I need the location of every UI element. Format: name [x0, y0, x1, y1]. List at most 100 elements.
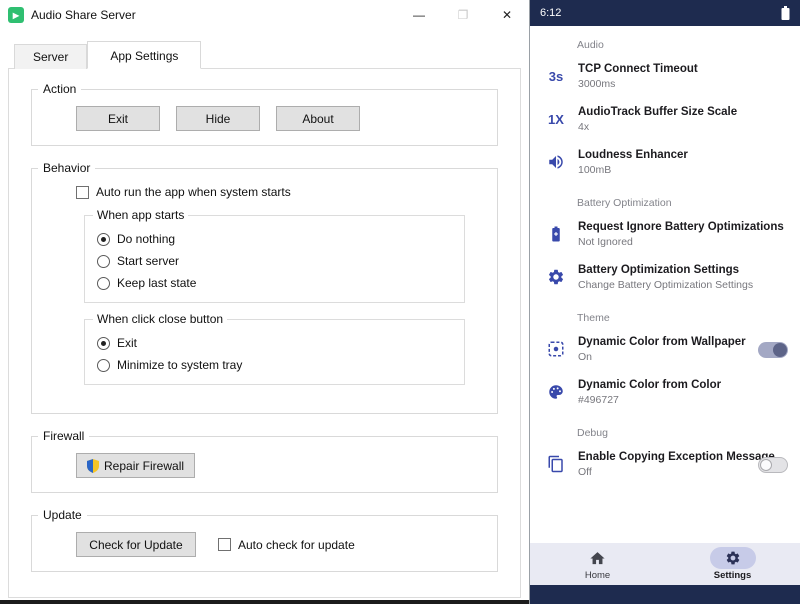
tab-app-settings[interactable]: App Settings: [87, 41, 201, 69]
gesture-navigation-bar: [530, 585, 800, 604]
radio-label: Minimize to system tray: [117, 358, 242, 372]
exit-button[interactable]: Exit: [76, 106, 160, 131]
3s-text-icon: 3s: [544, 64, 568, 88]
when-app-starts-label: When app starts: [93, 208, 188, 222]
radio-icon[interactable]: [97, 337, 110, 350]
radio-label: Keep last state: [117, 276, 196, 290]
uac-shield-icon: [87, 459, 99, 473]
status-battery-icon: [781, 6, 790, 21]
status-bar: 6:12: [530, 0, 800, 26]
nav-item-home[interactable]: Home: [553, 547, 643, 581]
audio-share-server-window: ▶ Audio Share Server — ❐ ✕ Server App Se…: [0, 0, 530, 604]
auto-check-checkbox[interactable]: [218, 538, 231, 551]
firewall-group: Firewall Repair Firewall: [31, 436, 498, 493]
firewall-row: Repair Firewall: [76, 453, 485, 478]
radio-icon[interactable]: [97, 277, 110, 290]
wallpaper-icon: [544, 337, 568, 361]
item-subtitle: 100mB: [578, 164, 788, 176]
radio-minimize-to-tray[interactable]: Minimize to system tray: [95, 354, 454, 376]
radio-keep-last-state[interactable]: Keep last state: [95, 272, 454, 294]
when-close-group: When click close button Exit Minimize to…: [84, 319, 465, 385]
item-title: TCP Connect Timeout: [578, 63, 788, 75]
item-subtitle: 4x: [578, 121, 788, 133]
item-subtitle: Change Battery Optimization Settings: [578, 279, 788, 291]
item-title: Loudness Enhancer: [578, 149, 788, 161]
section-header-audio: Audio: [530, 26, 800, 55]
item-title: Request Ignore Battery Optimizations: [578, 221, 788, 233]
repair-firewall-label: Repair Firewall: [104, 459, 184, 473]
list-item-dynamic-color-from-wallpaper[interactable]: Dynamic Color from Wallpaper On: [530, 328, 800, 371]
minimize-button[interactable]: —: [397, 0, 441, 30]
behavior-group: Behavior Auto run the app when system st…: [31, 168, 498, 414]
behavior-group-label: Behavior: [38, 161, 95, 175]
list-item-enable-copying-exception-message[interactable]: Enable Copying Exception Message Off: [530, 443, 800, 486]
radio-do-nothing[interactable]: Do nothing: [95, 228, 454, 250]
tab-bar: Server App Settings: [14, 41, 529, 69]
item-title: Enable Copying Exception Message: [578, 451, 748, 463]
list-item-audiotrack-buffer-scale[interactable]: 1X AudioTrack Buffer Size Scale 4x: [530, 98, 800, 141]
status-time: 6:12: [540, 7, 561, 19]
radio-icon[interactable]: [97, 233, 110, 246]
radio-exit[interactable]: Exit: [95, 332, 454, 354]
hide-button[interactable]: Hide: [176, 106, 260, 131]
item-title: Battery Optimization Settings: [578, 264, 788, 276]
volume-icon: [544, 150, 568, 174]
item-subtitle: 3000ms: [578, 78, 788, 90]
screen: ▶ Audio Share Server — ❐ ✕ Server App Se…: [0, 0, 800, 604]
when-app-starts-group: When app starts Do nothing Start server …: [84, 215, 465, 303]
radio-icon[interactable]: [97, 359, 110, 372]
window-bottom-edge: [0, 600, 529, 604]
radio-start-server[interactable]: Start server: [95, 250, 454, 272]
window-controls: — ❐ ✕: [397, 0, 529, 30]
home-icon: [575, 547, 621, 569]
close-button[interactable]: ✕: [485, 0, 529, 30]
list-item-dynamic-color-from-color[interactable]: Dynamic Color from Color #496727: [530, 371, 800, 414]
list-item-loudness-enhancer[interactable]: Loudness Enhancer 100mB: [530, 141, 800, 184]
list-item-battery-optimization-settings[interactable]: Battery Optimization Settings Change Bat…: [530, 256, 800, 299]
autorun-checkbox-label: Auto run the app when system starts: [96, 185, 291, 199]
palette-icon: [544, 380, 568, 404]
nav-label-settings: Settings: [714, 570, 751, 581]
maximize-button: ❐: [441, 0, 485, 30]
radio-label: Do nothing: [117, 232, 175, 246]
gear-icon: [710, 547, 756, 569]
autorun-checkbox-row[interactable]: Auto run the app when system starts: [76, 185, 485, 199]
repair-firewall-button[interactable]: Repair Firewall: [76, 453, 195, 478]
tab-server[interactable]: Server: [14, 44, 87, 69]
item-title: Dynamic Color from Wallpaper: [578, 336, 748, 348]
1x-text-icon: 1X: [544, 107, 568, 131]
copy-exception-toggle[interactable]: [758, 457, 788, 473]
item-subtitle: Off: [578, 466, 748, 478]
app-logo-icon: ▶: [8, 7, 24, 23]
wallpaper-color-toggle[interactable]: [758, 342, 788, 358]
nav-item-settings[interactable]: Settings: [688, 547, 778, 581]
gear-icon: [544, 265, 568, 289]
action-group: Action Exit Hide About: [31, 89, 498, 146]
app-settings-page: Action Exit Hide About Behavior Auto run…: [8, 68, 521, 598]
bottom-navigation: Home Settings: [530, 543, 800, 585]
item-title: AudioTrack Buffer Size Scale: [578, 106, 788, 118]
update-row: Check for Update Auto check for update: [76, 532, 485, 557]
titlebar: ▶ Audio Share Server — ❐ ✕: [0, 0, 529, 30]
radio-label: Exit: [117, 336, 137, 350]
about-button[interactable]: About: [276, 106, 360, 131]
radio-label: Start server: [117, 254, 179, 268]
auto-check-checkbox-label: Auto check for update: [238, 538, 355, 552]
nav-label-home: Home: [585, 570, 610, 581]
radio-icon[interactable]: [97, 255, 110, 268]
item-subtitle: #496727: [578, 394, 788, 406]
battery-plus-icon: [544, 222, 568, 246]
copy-icon: [544, 452, 568, 476]
check-for-update-button[interactable]: Check for Update: [76, 532, 196, 557]
action-buttons-row: Exit Hide About: [76, 106, 485, 131]
list-item-tcp-connect-timeout[interactable]: 3s TCP Connect Timeout 3000ms: [530, 55, 800, 98]
window-title: Audio Share Server: [31, 8, 136, 22]
list-item-request-ignore-battery-optimizations[interactable]: Request Ignore Battery Optimizations Not…: [530, 213, 800, 256]
autorun-checkbox[interactable]: [76, 186, 89, 199]
item-title: Dynamic Color from Color: [578, 379, 788, 391]
auto-check-checkbox-row[interactable]: Auto check for update: [218, 538, 355, 552]
action-group-label: Action: [38, 82, 81, 96]
update-group: Update Check for Update Auto check for u…: [31, 515, 498, 572]
item-subtitle: Not Ignored: [578, 236, 788, 248]
update-group-label: Update: [38, 508, 87, 522]
